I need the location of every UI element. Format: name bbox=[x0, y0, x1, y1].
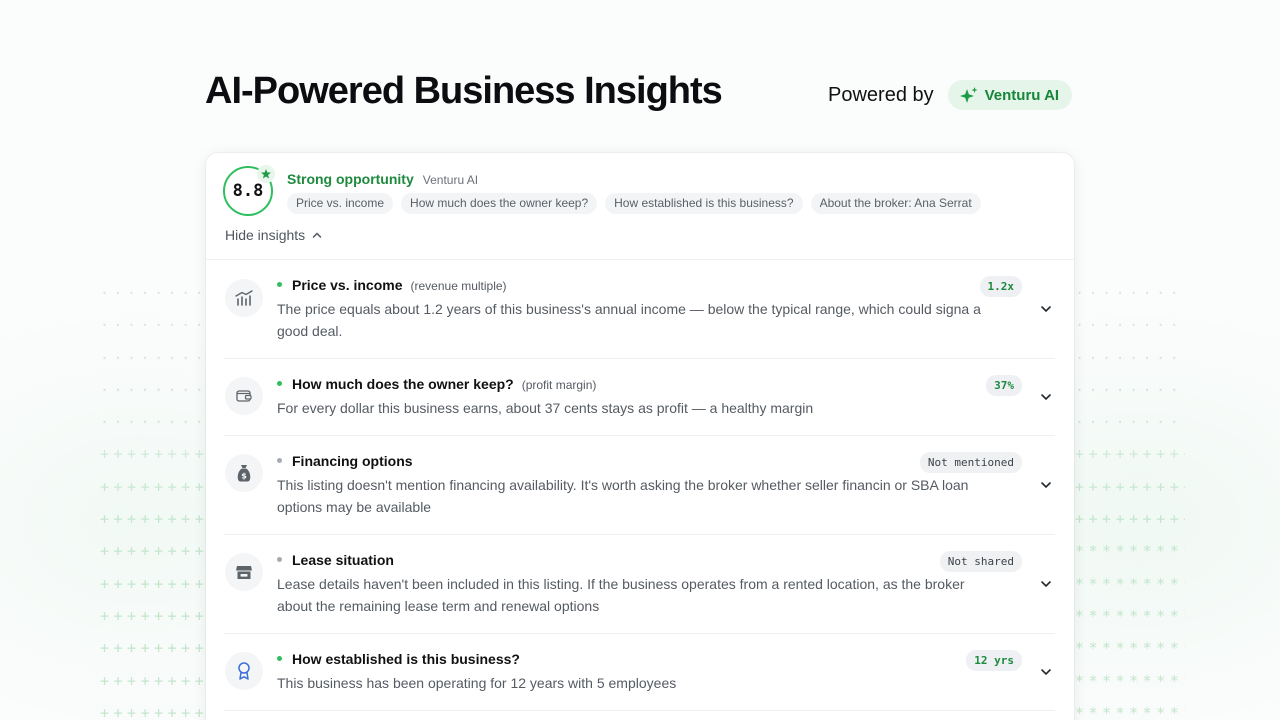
insight-financing-options[interactable]: $ Financing options This listing doesn't… bbox=[224, 436, 1055, 535]
money-bag-icon: $ bbox=[225, 454, 263, 492]
svg-text:$: $ bbox=[241, 472, 247, 481]
chip-owner-keep[interactable]: How much does the owner keep? bbox=[401, 193, 598, 214]
venturu-ai-label: Venturu AI bbox=[984, 86, 1060, 104]
insight-owner-keep[interactable]: How much does the owner keep? (profit ma… bbox=[224, 359, 1055, 436]
decorative-pattern-right: ········· ········· ········· ········· … bbox=[1075, 284, 1185, 720]
chevron-down-icon[interactable] bbox=[1039, 302, 1053, 316]
chevron-down-icon[interactable] bbox=[1039, 577, 1053, 591]
page-title: AI-Powered Business Insights bbox=[205, 70, 723, 112]
chip-established[interactable]: How established is this business? bbox=[605, 193, 803, 214]
insight-description: This listing doesn't mention financing a… bbox=[277, 477, 969, 515]
insight-title: How established is this business? bbox=[292, 651, 520, 667]
wallet-icon bbox=[225, 377, 263, 415]
insight-subtitle: (profit margin) bbox=[521, 378, 597, 392]
verdict-source: Venturu AI bbox=[422, 173, 479, 187]
insight-badge: 37% bbox=[986, 375, 1022, 396]
status-dot bbox=[277, 458, 282, 463]
chevron-up-icon bbox=[312, 232, 322, 238]
chevron-down-icon[interactable] bbox=[1039, 478, 1053, 492]
status-dot bbox=[277, 381, 282, 386]
insight-badge: Not shared bbox=[939, 551, 1022, 572]
sparkle-icon bbox=[959, 87, 978, 103]
insights-card: 8.8 Strong opportunity Venturu AI Price … bbox=[206, 153, 1074, 720]
powered-by-label: Powered by bbox=[828, 83, 934, 106]
status-dot bbox=[277, 557, 282, 562]
insight-price-vs-income[interactable]: Price vs. income (revenue multiple) The … bbox=[224, 260, 1055, 359]
insight-chips: Price vs. income How much does the owner… bbox=[287, 193, 981, 214]
insight-badge: Not mentioned bbox=[919, 452, 1022, 473]
storefront-icon bbox=[225, 553, 263, 591]
insight-description: For every dollar this business earns, ab… bbox=[277, 400, 814, 416]
decorative-pattern-left: ········ ·· ······ ···· ···· ······ ·· ·····… bbox=[100, 284, 220, 720]
summary-header: 8.8 Strong opportunity Venturu AI Price … bbox=[206, 153, 1074, 260]
insights-list: Price vs. income (revenue multiple) The … bbox=[206, 260, 1074, 711]
status-dot bbox=[277, 282, 282, 287]
insight-title: How much does the owner keep? bbox=[292, 376, 514, 392]
chip-price-vs-income[interactable]: Price vs. income bbox=[287, 193, 394, 214]
hide-insights-label: Hide insights bbox=[225, 227, 306, 243]
insight-badge: 12 yrs bbox=[966, 650, 1022, 671]
status-dot bbox=[277, 656, 282, 661]
verdict-line: Strong opportunity Venturu AI bbox=[287, 171, 478, 187]
insight-lease-situation[interactable]: Lease situation Lease details haven't be… bbox=[224, 535, 1055, 634]
insight-title: Financing options bbox=[292, 453, 413, 469]
chevron-down-icon[interactable] bbox=[1039, 665, 1053, 679]
insight-description: This business has been operating for 12 … bbox=[277, 675, 677, 691]
insight-title: Lease situation bbox=[292, 552, 394, 568]
insight-badge: 1.2x bbox=[979, 276, 1022, 297]
chevron-down-icon[interactable] bbox=[1039, 390, 1053, 404]
insight-description: The price equals about 1.2 years of this… bbox=[277, 301, 981, 339]
score-value: 8.8 bbox=[232, 181, 264, 201]
award-icon bbox=[225, 652, 263, 690]
powered-by: Powered by Venturu AI bbox=[828, 80, 1073, 110]
insight-description: Lease details haven't been included in t… bbox=[277, 576, 965, 614]
insight-title: Price vs. income bbox=[292, 277, 403, 293]
star-sparkle-icon bbox=[257, 165, 275, 183]
venturu-ai-badge[interactable]: Venturu AI bbox=[947, 80, 1073, 110]
chart-icon bbox=[225, 279, 263, 317]
verdict-label: Strong opportunity bbox=[287, 171, 414, 187]
insight-subtitle: (revenue multiple) bbox=[410, 279, 507, 293]
insight-established[interactable]: How established is this business? This b… bbox=[224, 634, 1055, 711]
hide-insights-toggle[interactable]: Hide insights bbox=[225, 227, 323, 243]
chip-about-broker[interactable]: About the broker: Ana Serrat bbox=[810, 193, 981, 214]
